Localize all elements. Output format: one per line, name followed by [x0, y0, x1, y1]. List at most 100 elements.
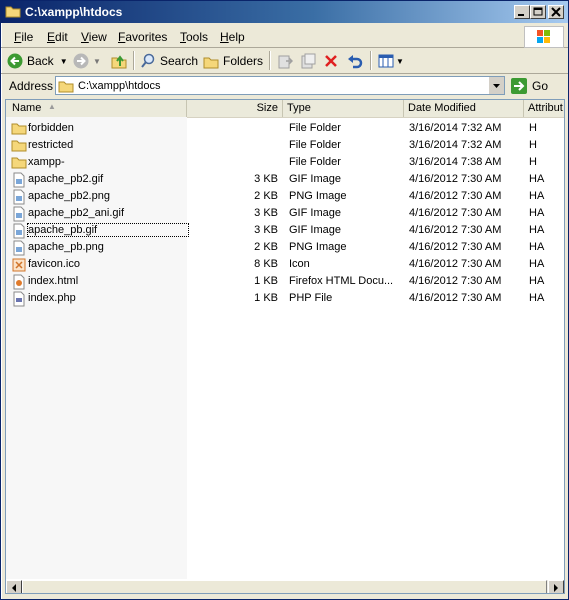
- file-date-modified: 4/16/2012 7:30 AM: [409, 258, 502, 270]
- file-row[interactable]: apache_pb.gif 3 KB GIF Image 4/16/2012 7:30…: [6, 222, 564, 239]
- file-size: 3 KB: [254, 224, 278, 236]
- file-name: xampp-: [28, 156, 65, 168]
- column-attributes-label: Attribut: [528, 102, 563, 114]
- views-dropdown-icon[interactable]: ▼: [396, 57, 404, 66]
- folder-icon: [11, 155, 27, 172]
- go-label: Go: [532, 79, 549, 93]
- forward-arrow-icon: [73, 53, 89, 69]
- copy-to-button[interactable]: [300, 51, 316, 71]
- file-row[interactable]: apache_pb2.png 2 KB PNG Image 4/16/2012 7:3…: [6, 188, 564, 205]
- file-row[interactable]: apache_pb2.gif 3 KB GIF Image 4/16/2012 7:3…: [6, 171, 564, 188]
- sort-ascending-icon: ▲: [48, 102, 56, 111]
- up-folder-button[interactable]: [111, 51, 127, 71]
- address-input[interactable]: C:\xampp\htdocs: [55, 76, 505, 95]
- undo-icon: [347, 53, 363, 69]
- scroll-right-button[interactable]: [548, 580, 564, 593]
- file-row[interactable]: forbidden File Folder 3/16/2014 7:32 AM H: [6, 120, 564, 138]
- file-row[interactable]: xampp- File Folder 3/16/2014 7:38 AM H: [6, 154, 564, 172]
- file-row[interactable]: apache_pb2_ani.gif 3 KB GIF Image 4/16/2012…: [6, 205, 564, 222]
- address-label: Address: [9, 79, 54, 93]
- folder-icon: [11, 121, 27, 138]
- file-list[interactable]: Name ▲ Size Type Date Modified Attribut …: [5, 99, 565, 594]
- file-attributes: HA: [529, 241, 545, 253]
- file-type: GIF Image: [289, 207, 341, 219]
- file-row[interactable]: index.html 1 KB Firefox HTML Docu... 4/16/2…: [6, 273, 564, 290]
- file-name: index.html: [28, 275, 79, 287]
- file-name: favicon.ico: [28, 258, 80, 270]
- column-type-label: Type: [287, 102, 311, 114]
- folders-label: Folders: [223, 54, 264, 68]
- file-date-modified: 4/16/2012 7:30 AM: [409, 224, 502, 236]
- close-button[interactable]: [548, 5, 564, 19]
- column-name-label: Name: [12, 102, 42, 114]
- windows-logo-icon: [524, 26, 564, 48]
- move-to-button[interactable]: [277, 51, 294, 71]
- minimize-button[interactable]: [514, 5, 530, 19]
- folders-icon: [203, 53, 219, 69]
- file-type: GIF Image: [289, 224, 341, 236]
- file-size: 2 KB: [254, 190, 278, 202]
- toolbar-separator: [370, 51, 372, 70]
- file-name: apache_pb2.png: [28, 190, 110, 202]
- forward-dropdown-icon[interactable]: ▼: [93, 57, 101, 66]
- back-dropdown-icon[interactable]: ▼: [60, 57, 68, 66]
- horizontal-scrollbar[interactable]: [6, 579, 564, 593]
- file-row[interactable]: favicon.ico 8 KB Icon 4/16/2012 7:30 AM HA: [6, 256, 564, 273]
- file-attributes: HA: [529, 292, 545, 304]
- title-bar[interactable]: C:\xampp\htdocs: [1, 1, 568, 23]
- address-dropdown-button[interactable]: [488, 77, 504, 94]
- file-attributes: HA: [529, 173, 545, 185]
- scroll-thumb[interactable]: [22, 580, 547, 593]
- menu-file[interactable]: File: [14, 30, 33, 44]
- file-name: apache_pb2.gif: [28, 173, 104, 185]
- explorer-window: C:\xampp\htdocs File Edit View Favorites…: [0, 0, 569, 600]
- file-row[interactable]: restricted File Folder 3/16/2014 7:32 AM H: [6, 137, 564, 155]
- file-date-modified: 4/16/2012 7:30 AM: [409, 190, 502, 202]
- menu-edit[interactable]: Edit: [47, 30, 68, 44]
- menu-bar: File Edit View Favorites Tools Help: [1, 25, 568, 48]
- file-type: GIF Image: [289, 173, 341, 185]
- views-button[interactable]: ▼: [378, 51, 404, 71]
- menu-tools[interactable]: Tools: [180, 30, 208, 44]
- delete-button[interactable]: [323, 51, 339, 71]
- up-folder-icon: [111, 53, 127, 69]
- column-type[interactable]: Type: [283, 100, 404, 117]
- back-button[interactable]: Back ▼: [7, 51, 68, 71]
- address-value: C:\xampp\htdocs: [78, 80, 161, 92]
- back-label: Back: [27, 54, 54, 68]
- menu-favorites[interactable]: Favorites: [118, 30, 167, 44]
- file-name: apache_pb.png: [28, 241, 104, 253]
- delete-icon: [323, 53, 339, 69]
- scroll-left-button[interactable]: [6, 580, 22, 593]
- folder-icon: [11, 138, 27, 155]
- menu-help[interactable]: Help: [220, 30, 245, 44]
- toolbar: Back ▼ ▼ Search Folders ▼: [1, 48, 568, 74]
- address-bar: Address C:\xampp\htdocs Go: [1, 74, 568, 98]
- undo-button[interactable]: [347, 51, 363, 71]
- column-date-modified[interactable]: Date Modified: [404, 100, 524, 117]
- file-row[interactable]: apache_pb.png 2 KB PNG Image 4/16/2012 7:30…: [6, 239, 564, 256]
- maximize-button[interactable]: [530, 5, 546, 19]
- column-date-modified-label: Date Modified: [408, 102, 476, 114]
- file-name: apache_pb2_ani.gif: [28, 207, 125, 219]
- file-attributes: H: [529, 122, 537, 134]
- forward-button[interactable]: ▼: [73, 51, 101, 71]
- column-attributes[interactable]: Attribut: [524, 100, 564, 117]
- column-name[interactable]: Name ▲: [6, 100, 187, 117]
- file-type: File Folder: [289, 156, 341, 168]
- column-size[interactable]: Size: [187, 100, 283, 117]
- search-button[interactable]: Search: [140, 51, 198, 71]
- folders-button[interactable]: Folders: [203, 51, 263, 71]
- file-row[interactable]: index.php 1 KB PHP File 4/16/2012 7:30 AM HA: [6, 290, 564, 307]
- file-date-modified: 4/16/2012 7:30 AM: [409, 207, 502, 219]
- file-name: restricted: [28, 139, 74, 151]
- file-date-modified: 4/16/2012 7:30 AM: [409, 173, 502, 185]
- file-size: 3 KB: [254, 207, 278, 219]
- go-arrow-icon: [511, 78, 527, 94]
- menu-view[interactable]: View: [81, 30, 107, 44]
- go-button[interactable]: Go: [511, 76, 548, 96]
- file-date-modified: 4/16/2012 7:30 AM: [409, 275, 502, 287]
- file-type: File Folder: [289, 139, 341, 151]
- file-attributes: H: [529, 139, 537, 151]
- file-size: 3 KB: [254, 173, 278, 185]
